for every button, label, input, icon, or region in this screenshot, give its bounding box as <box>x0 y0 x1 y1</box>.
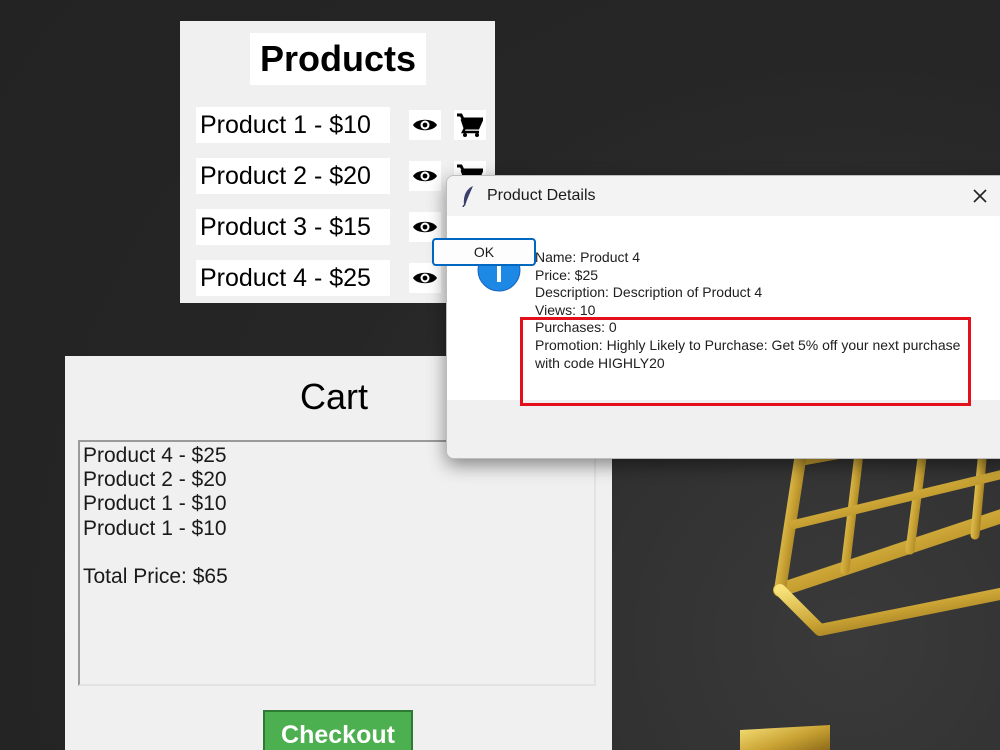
detail-description: Description: Description of Product 4 <box>535 284 763 301</box>
cart-item: Product 1 - $10 <box>83 492 227 516</box>
close-icon[interactable] <box>969 185 991 207</box>
product-label: Product 2 - $20 <box>196 158 390 194</box>
eye-icon <box>413 170 437 182</box>
cart-item: Product 2 - $20 <box>83 468 227 492</box>
products-title: Products <box>250 33 426 85</box>
cart-item: Product 4 - $25 <box>83 444 227 467</box>
cart-item: Product 1 - $10 <box>83 516 227 540</box>
cart-total-price: Total Price: $65 <box>83 564 228 588</box>
product-label: Product 1 - $10 <box>196 107 390 143</box>
view-product-button[interactable] <box>409 263 441 293</box>
dialog-title: Product Details <box>487 187 596 204</box>
gold-cart-artwork <box>740 440 1000 750</box>
detail-name: Name: Product 4 <box>535 249 641 265</box>
cart-contents: Product 4 - $25 Product 2 - $20 Product … <box>83 444 228 589</box>
cart-title: Cart <box>300 376 369 417</box>
add-to-cart-button[interactable] <box>454 110 486 140</box>
annotation-highlight-box <box>520 317 971 406</box>
product-row: Product 1 - $10 <box>196 107 496 143</box>
detail-price: Price: $25 <box>535 266 599 283</box>
product-label: Product 3 - $15 <box>196 209 390 245</box>
desktop: Products Product 1 - $10 Product 2 - $20 <box>0 0 1000 750</box>
ok-button[interactable]: OK <box>432 238 536 266</box>
checkout-button[interactable]: Checkout <box>263 710 413 750</box>
dialog-titlebar[interactable]: Product Details <box>447 176 1000 216</box>
eye-icon <box>413 221 437 233</box>
eye-icon <box>413 272 437 284</box>
view-product-button[interactable] <box>409 161 441 191</box>
eye-icon <box>413 119 437 131</box>
dialog-footer <box>447 400 1000 458</box>
cart-icon <box>457 113 483 137</box>
product-label: Product 4 - $25 <box>196 260 390 296</box>
feather-icon <box>462 186 473 207</box>
view-product-button[interactable] <box>409 110 441 140</box>
